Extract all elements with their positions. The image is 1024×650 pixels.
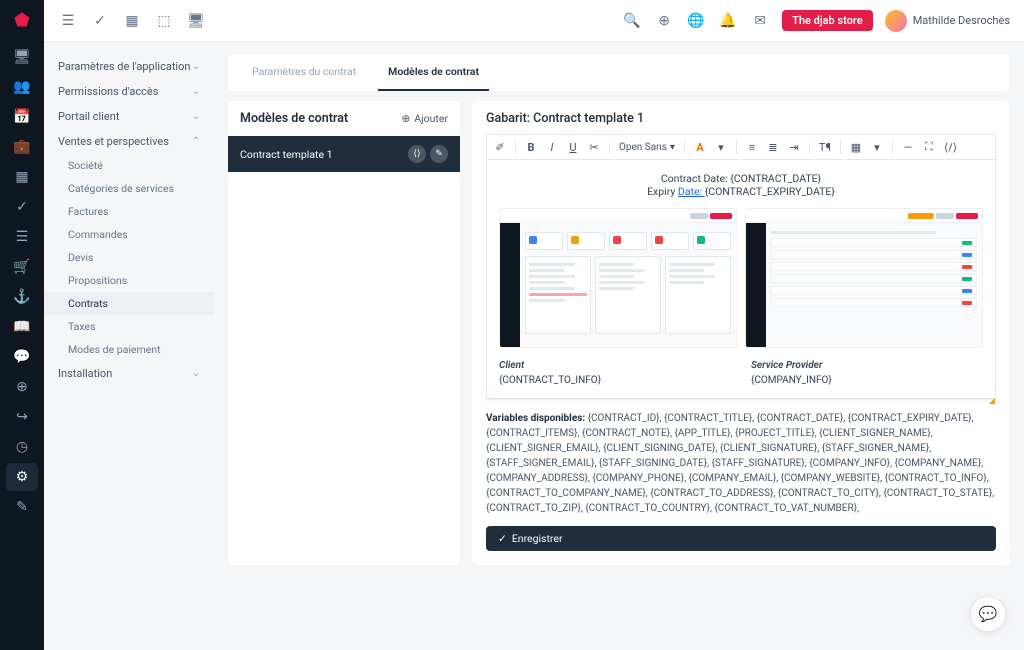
- rail-settings-icon[interactable]: ⚙: [6, 463, 38, 491]
- nav-installation[interactable]: Installation⌄: [44, 361, 214, 386]
- resize-handle[interactable]: [486, 399, 996, 403]
- rich-text-toolbar: ✐ B I U ✂ Open Sans ▾ A ▾ ≡ ≣ ⇥ T¶ ▦ ▾: [486, 134, 996, 160]
- top-bar: ☰ ✓ ▦ ⬚ 🖥 🔍 ⊕ 🌐 🔔 ✉ The djab store Mathi…: [44, 0, 1024, 42]
- settings-nav: Paramètres de l'application⌄ Permissions…: [44, 42, 214, 650]
- chevron-down-icon[interactable]: ▾: [715, 141, 727, 154]
- screenshot-placeholder: [499, 208, 737, 348]
- rail-anchor-icon[interactable]: ⚓: [6, 283, 38, 311]
- client-var: {CONTRACT_TO_INFO}: [499, 375, 731, 386]
- font-select[interactable]: Open Sans ▾: [619, 142, 675, 153]
- nav-commandes[interactable]: Commandes: [44, 223, 214, 246]
- contract-date-text: Contract Date: {CONTRACT_DATE}: [499, 172, 983, 185]
- rail-calendar-icon[interactable]: 📅: [6, 103, 38, 131]
- table-button[interactable]: ▦: [850, 141, 862, 154]
- task-icon[interactable]: ✓: [90, 13, 110, 29]
- box-icon[interactable]: ⬚: [154, 13, 174, 29]
- template-list: Modèles de contrat ⊕Ajouter Contract tem…: [228, 101, 460, 565]
- bell-icon[interactable]: 🔔: [718, 13, 738, 29]
- list-title: Modèles de contrat: [240, 111, 348, 126]
- paragraph-button[interactable]: T¶: [819, 141, 831, 154]
- code-button[interactable]: ⟨/⟩: [944, 141, 957, 154]
- chevron-down-icon: ⌄: [192, 86, 200, 97]
- nav-devis[interactable]: Devis: [44, 246, 214, 269]
- chevron-down-icon: ⌄: [192, 368, 200, 379]
- available-variables: Variables disponibles: {CONTRACT_ID}, {C…: [486, 411, 996, 516]
- add-button[interactable]: ⊕Ajouter: [401, 112, 448, 125]
- underline-button[interactable]: U: [567, 141, 579, 154]
- template-item-label: Contract template 1: [240, 148, 333, 161]
- chevron-down-icon: ⌄: [192, 111, 200, 122]
- italic-button[interactable]: I: [546, 141, 558, 154]
- menu-icon[interactable]: ☰: [58, 13, 78, 29]
- code-icon[interactable]: ⟨⟩: [408, 145, 426, 163]
- tab-models[interactable]: Modèles de contrat: [378, 54, 489, 91]
- content-editable[interactable]: Contract Date: {CONTRACT_DATE} Expiry Da…: [486, 160, 996, 399]
- user-name: Mathilde Desroches: [913, 14, 1010, 27]
- rail-edit-icon[interactable]: ✎: [6, 493, 38, 521]
- avatar: [885, 10, 907, 32]
- strike-button[interactable]: ✂: [588, 141, 600, 154]
- nav-paiement[interactable]: Modes de paiement: [44, 338, 214, 361]
- globe-icon[interactable]: 🌐: [686, 13, 706, 29]
- nav-portal[interactable]: Portail client⌄: [44, 104, 214, 129]
- editor-title: Gabarit: Contract template 1: [486, 111, 996, 126]
- rail-users-icon[interactable]: 👥: [6, 73, 38, 101]
- rail-clock-icon[interactable]: ◷: [6, 433, 38, 461]
- app-logo-icon[interactable]: ⬟: [14, 10, 30, 31]
- chevron-down-icon: ⌄: [192, 61, 200, 72]
- brush-icon[interactable]: ✐: [494, 141, 506, 154]
- provider-var: {COMPANY_INFO}: [751, 375, 983, 386]
- nav-propositions[interactable]: Propositions: [44, 269, 214, 292]
- chevron-down-icon: ▾: [670, 142, 675, 153]
- rail-chat-icon[interactable]: 💬: [6, 343, 38, 371]
- store-badge[interactable]: The djab store: [782, 10, 873, 31]
- nav-taxes[interactable]: Taxes: [44, 315, 214, 338]
- rail-monitor-icon[interactable]: 🖥: [6, 43, 38, 71]
- list-ol-button[interactable]: ≡: [746, 141, 758, 154]
- save-button[interactable]: ✓Enregistrer: [486, 526, 996, 551]
- client-label: Client: [499, 360, 524, 371]
- nav-categories[interactable]: Catégories de services: [44, 177, 214, 200]
- rail-grid-icon[interactable]: ▦: [6, 163, 38, 191]
- user-menu[interactable]: Mathilde Desroches: [885, 10, 1010, 32]
- provider-label: Service Provider: [751, 360, 822, 371]
- edit-icon[interactable]: ✎: [430, 145, 448, 163]
- expiry-link[interactable]: Date:: [678, 185, 705, 198]
- hr-button[interactable]: —: [902, 141, 914, 154]
- nav-app-params[interactable]: Paramètres de l'application⌄: [44, 54, 214, 79]
- rail-export-icon[interactable]: ↪: [6, 403, 38, 431]
- mail-icon[interactable]: ✉: [750, 13, 770, 29]
- check-icon: ✓: [498, 532, 507, 545]
- template-item[interactable]: Contract template 1 ⟨⟩ ✎: [228, 136, 460, 172]
- chevron-down-icon[interactable]: ▾: [871, 141, 883, 154]
- display-icon[interactable]: 🖥: [186, 13, 206, 29]
- bold-button[interactable]: B: [525, 141, 537, 154]
- plus-icon[interactable]: ⊕: [654, 13, 674, 29]
- rail-stack-icon[interactable]: ☰: [6, 223, 38, 251]
- nav-ventes[interactable]: Ventes et perspectives⌃: [44, 129, 214, 154]
- rail-help-icon[interactable]: ⊕: [6, 373, 38, 401]
- nav-permissions[interactable]: Permissions d'accès⌄: [44, 79, 214, 104]
- rail-check-icon[interactable]: ✓: [6, 193, 38, 221]
- icon-rail: ⬟ 🖥 👥 📅 💼 ▦ ✓ ☰ 🛒 ⚓ 📖 💬 ⊕ ↪ ◷ ⚙ ✎: [0, 0, 44, 650]
- screenshot-placeholder: [745, 208, 983, 348]
- text-color-button[interactable]: A: [694, 141, 706, 154]
- editor-panel: Gabarit: Contract template 1 ✐ B I U ✂ O…: [472, 101, 1010, 565]
- nav-factures[interactable]: Factures: [44, 200, 214, 223]
- rail-briefcase-icon[interactable]: 💼: [6, 133, 38, 161]
- apps-icon[interactable]: ▦: [122, 13, 142, 29]
- rail-cart-icon[interactable]: 🛒: [6, 253, 38, 281]
- chevron-up-icon: ⌃: [192, 136, 200, 147]
- indent-button[interactable]: ⇥: [788, 141, 800, 154]
- search-icon[interactable]: 🔍: [622, 13, 642, 29]
- plus-icon: ⊕: [401, 112, 410, 125]
- list-ul-button[interactable]: ≣: [767, 141, 779, 154]
- help-fab[interactable]: 💬: [970, 596, 1006, 632]
- rail-book-icon[interactable]: 📖: [6, 313, 38, 341]
- fullscreen-button[interactable]: ⛶: [923, 140, 935, 154]
- nav-contrats[interactable]: Contrats: [44, 292, 214, 315]
- nav-societe[interactable]: Société: [44, 154, 214, 177]
- tab-params[interactable]: Paramètres du contrat: [242, 54, 366, 91]
- tabs: Paramètres du contrat Modèles de contrat: [228, 54, 1010, 91]
